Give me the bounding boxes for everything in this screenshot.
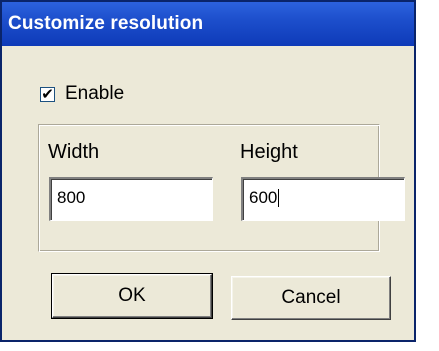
customize-resolution-dialog: Customize resolution ✔ Enable Width Heig…: [0, 0, 416, 342]
width-field[interactable]: 800: [49, 177, 213, 221]
dialog-title[interactable]: Customize resolution: [2, 2, 414, 46]
ok-button[interactable]: OK: [51, 273, 213, 319]
resolution-groupbox: Width Height 800 600: [38, 124, 405, 252]
text-caret: [278, 188, 280, 207]
checkmark-icon: ✔: [41, 85, 54, 103]
height-value: 600: [249, 188, 278, 207]
cancel-button[interactable]: Cancel: [231, 276, 391, 320]
width-label: Width: [48, 141, 100, 163]
width-value: 800: [57, 188, 86, 207]
enable-checkbox-row[interactable]: ✔ Enable: [40, 82, 124, 106]
enable-checkbox[interactable]: ✔: [40, 85, 55, 103]
height-label: Height: [240, 141, 298, 163]
enable-label[interactable]: Enable: [65, 83, 124, 105]
height-field[interactable]: 600: [241, 177, 405, 221]
